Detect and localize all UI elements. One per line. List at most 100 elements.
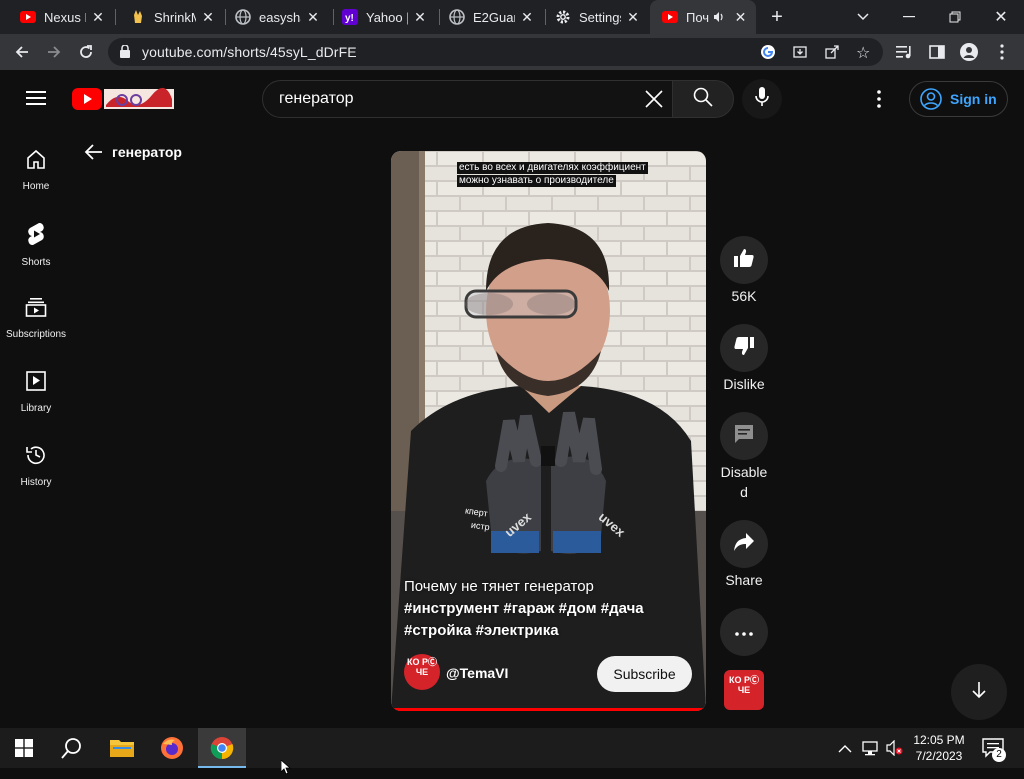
install-icon[interactable] <box>792 44 808 65</box>
back-arrow-icon[interactable] <box>84 142 104 162</box>
sidebar-item-label: Subscriptions <box>5 329 67 340</box>
like-button[interactable] <box>720 236 768 284</box>
reload-icon[interactable] <box>74 40 98 64</box>
browser-tab[interactable]: E2Guard ✕ <box>437 0 543 34</box>
search-button[interactable] <box>672 80 734 118</box>
sidebar-item-subscriptions[interactable]: Subscriptions <box>0 290 72 364</box>
next-video-button[interactable] <box>951 664 1007 720</box>
back-icon[interactable] <box>10 40 34 64</box>
media-control-icon[interactable] <box>893 40 917 64</box>
sidebar-item-shorts[interactable]: Shorts <box>0 216 72 290</box>
shorts-icon <box>26 222 46 251</box>
shorts-video-player[interactable]: кперт истр uvex uvex есть во всех и двиг… <box>391 151 706 711</box>
dislike-button[interactable] <box>720 324 768 372</box>
share-page-icon[interactable] <box>824 44 840 65</box>
file-explorer-icon[interactable] <box>98 728 146 768</box>
tab-title: Yahoo | <box>366 9 408 25</box>
youtube-icon <box>662 9 678 25</box>
channel-avatar[interactable]: КО РⒸ ЧЕ <box>404 654 440 690</box>
channel-name[interactable]: @TemaVI <box>446 665 508 681</box>
sign-in-button[interactable]: Sign in <box>909 81 1008 117</box>
tab-search-chevron-icon[interactable] <box>851 5 875 29</box>
mouse-cursor <box>280 759 292 779</box>
notification-count-badge: 2 <box>992 748 1006 762</box>
url-text: youtube.com/shorts/45syL_dDrFE <box>142 44 357 60</box>
new-tab-button[interactable]: + <box>765 5 789 29</box>
tab-title: E2Guard <box>473 9 515 25</box>
profile-icon[interactable] <box>957 40 981 64</box>
browser-tab[interactable]: ShrinkM ✕ <box>118 0 224 34</box>
search-input-value: генератор <box>279 90 354 107</box>
settings-menu-icon[interactable] <box>877 90 881 113</box>
system-clock[interactable]: 12:05 PM 7/2/2023 <box>900 732 978 764</box>
history-icon <box>25 444 47 471</box>
sidebar-item-label: Shorts <box>21 257 51 268</box>
clear-search-icon[interactable] <box>645 90 663 113</box>
restore-button[interactable] <box>943 5 967 29</box>
browser-tab-strip: Nexus L ✕ ShrinkM ✕ easysha ✕ y! Yahoo |… <box>0 0 1024 34</box>
globe-icon <box>235 9 251 25</box>
close-window-button[interactable]: ✕ <box>989 5 1013 29</box>
taskbar-search-icon[interactable] <box>48 728 96 768</box>
home-icon <box>25 148 47 175</box>
firefox-icon[interactable] <box>148 728 196 768</box>
subscribe-button[interactable]: Subscribe <box>597 656 692 692</box>
address-bar[interactable]: youtube.com/shorts/45syL_dDrFE ☆ <box>108 38 883 66</box>
close-tab-icon[interactable]: ✕ <box>200 9 216 25</box>
more-actions-button[interactable] <box>720 608 768 656</box>
share-arrow-icon <box>733 532 755 557</box>
hamburger-menu-icon[interactable] <box>26 90 46 111</box>
close-tab-icon[interactable]: ✕ <box>305 9 321 25</box>
video-hashtags[interactable]: #инструмент #гараж #дом #дача <box>404 598 694 620</box>
voice-search-button[interactable] <box>742 79 782 119</box>
thumbs-down-icon <box>733 335 755 362</box>
chrome-icon[interactable] <box>198 728 246 768</box>
video-subtitle-line: есть во всех и двигателях коэффициент <box>457 162 648 174</box>
comments-button[interactable] <box>720 412 768 460</box>
youtube-header: генератор Sign in <box>0 70 1024 128</box>
close-tab-icon[interactable]: ✕ <box>519 9 535 25</box>
arrow-down-icon <box>971 681 987 704</box>
more-horizontal-icon <box>735 623 753 641</box>
tab-title: ShrinkM <box>154 9 196 25</box>
sidebar-item-history[interactable]: History <box>0 438 72 512</box>
close-tab-icon[interactable]: ✕ <box>90 9 106 25</box>
close-tab-icon[interactable]: ✕ <box>625 9 641 25</box>
show-hidden-icons-chevron-icon[interactable] <box>838 741 852 759</box>
browser-tab[interactable]: easysha ✕ <box>223 0 329 34</box>
video-progress-bar[interactable] <box>391 708 706 711</box>
browser-menu-icon[interactable] <box>990 40 1014 64</box>
close-tab-icon[interactable]: ✕ <box>412 9 428 25</box>
browser-tab[interactable]: Settings ✕ <box>543 0 649 34</box>
subscriptions-icon <box>25 296 47 323</box>
svg-text:y!: y! <box>345 13 354 24</box>
speaker-icon[interactable] <box>713 11 725 23</box>
sidebar-item-library[interactable]: Library <box>0 364 72 438</box>
close-tab-icon[interactable]: ✕ <box>733 9 748 25</box>
video-hashtags[interactable]: #стройка #электрика <box>404 620 694 642</box>
share-button[interactable] <box>720 520 768 568</box>
sound-pivot-thumbnail[interactable]: КО РⒸ ЧЕ <box>724 670 764 710</box>
search-input[interactable]: генератор <box>262 80 673 118</box>
comments-label: d <box>740 484 748 500</box>
page-title: генератор <box>112 144 182 160</box>
minimize-button[interactable] <box>897 5 921 29</box>
network-icon[interactable] <box>862 740 880 761</box>
youtube-logo[interactable] <box>72 87 174 116</box>
sidebar-item-home[interactable]: Home <box>0 142 72 216</box>
video-progress-fill <box>391 708 703 711</box>
browser-tab[interactable]: Nexus L ✕ <box>8 0 114 34</box>
bookmark-star-icon[interactable]: ☆ <box>856 43 870 63</box>
side-panel-icon[interactable] <box>925 40 949 64</box>
forward-icon[interactable] <box>42 40 66 64</box>
browser-tab[interactable]: y! Yahoo | ✕ <box>330 0 436 34</box>
tab-title: Поч <box>686 9 710 25</box>
windows-start-icon[interactable] <box>0 728 48 768</box>
video-description: Почему не тянет генератор #инструмент #г… <box>404 576 694 642</box>
tab-divider <box>115 9 116 25</box>
video-subtitle-line: можно узнавать о производителе <box>457 175 616 187</box>
google-icon[interactable] <box>760 44 776 65</box>
browser-tab-active[interactable]: Поч ✕ <box>650 0 756 34</box>
lock-icon[interactable] <box>120 44 130 63</box>
search-icon <box>693 87 713 112</box>
